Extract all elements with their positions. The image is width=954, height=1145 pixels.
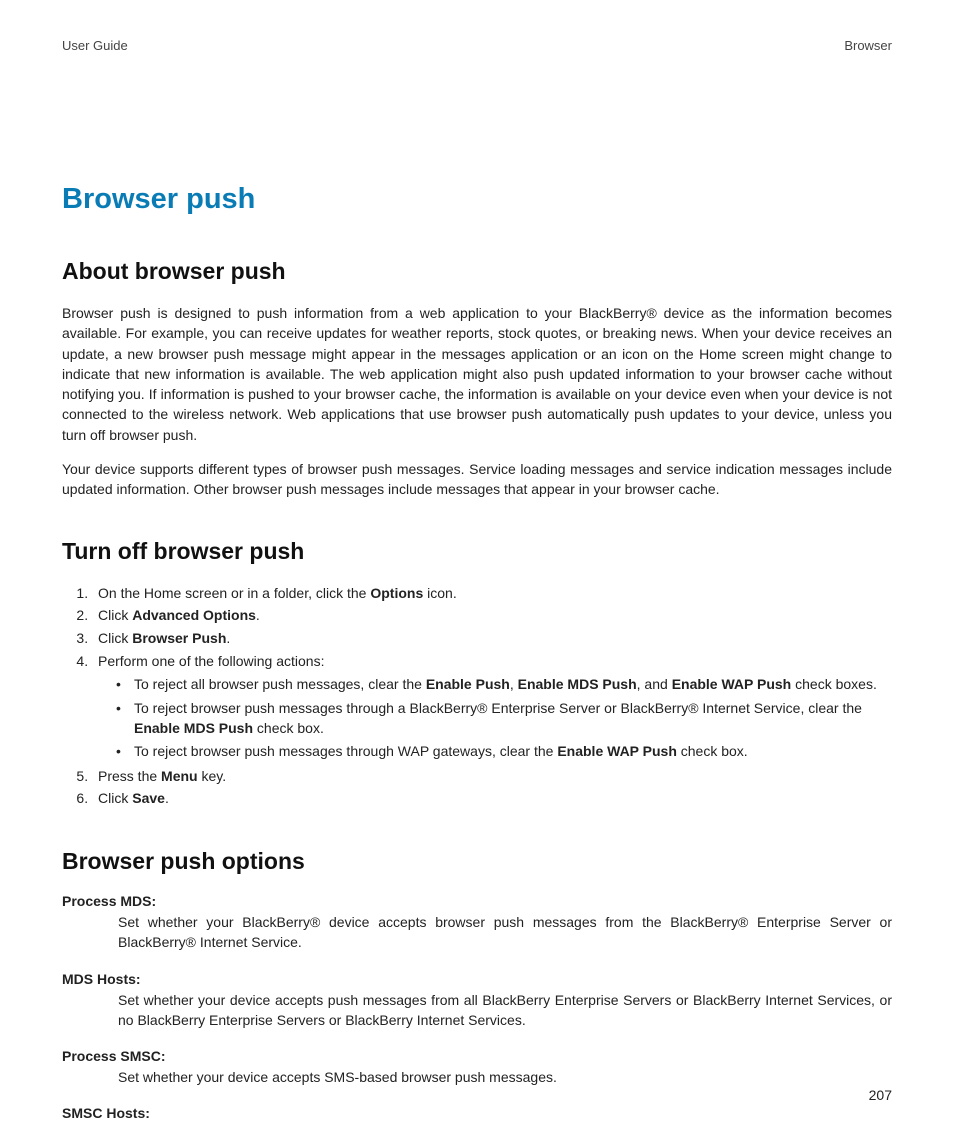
- option-term-mds-hosts: MDS Hosts:: [62, 971, 892, 987]
- steps-list: On the Home screen or in a folder, click…: [62, 583, 892, 810]
- bullet-3: To reject browser push messages through …: [116, 741, 892, 761]
- step-4: Perform one of the following actions: To…: [92, 651, 892, 762]
- bullet-2: To reject browser push messages through …: [116, 698, 892, 739]
- step-1: On the Home screen or in a folder, click…: [92, 583, 892, 605]
- section-heading-turnoff: Turn off browser push: [62, 538, 892, 565]
- option-desc-process-mds: Set whether your BlackBerry® device acce…: [62, 912, 892, 953]
- option-term-process-smsc: Process SMSC:: [62, 1048, 892, 1064]
- about-paragraph-1: Browser push is designed to push informa…: [62, 303, 892, 445]
- option-desc-mds-hosts: Set whether your device accepts push mes…: [62, 990, 892, 1031]
- bullet-1: To reject all browser push messages, cle…: [116, 674, 892, 694]
- option-desc-process-smsc: Set whether your device accepts SMS-base…: [62, 1067, 892, 1087]
- header-left: User Guide: [62, 38, 128, 53]
- about-paragraph-2: Your device supports different types of …: [62, 459, 892, 500]
- section-heading-about: About browser push: [62, 258, 892, 285]
- section-heading-options: Browser push options: [62, 848, 892, 875]
- step-5: Press the Menu key.: [92, 766, 892, 788]
- page-number: 207: [869, 1087, 892, 1103]
- step-6: Click Save.: [92, 788, 892, 810]
- option-term-process-mds: Process MDS:: [62, 893, 892, 909]
- sub-bullets: To reject all browser push messages, cle…: [98, 674, 892, 761]
- step-3: Click Browser Push.: [92, 628, 892, 650]
- page-title: Browser push: [62, 183, 892, 216]
- page-header: User Guide Browser: [62, 38, 892, 53]
- header-right: Browser: [844, 38, 892, 53]
- option-term-smsc-hosts: SMSC Hosts:: [62, 1105, 892, 1121]
- step-2: Click Advanced Options.: [92, 605, 892, 627]
